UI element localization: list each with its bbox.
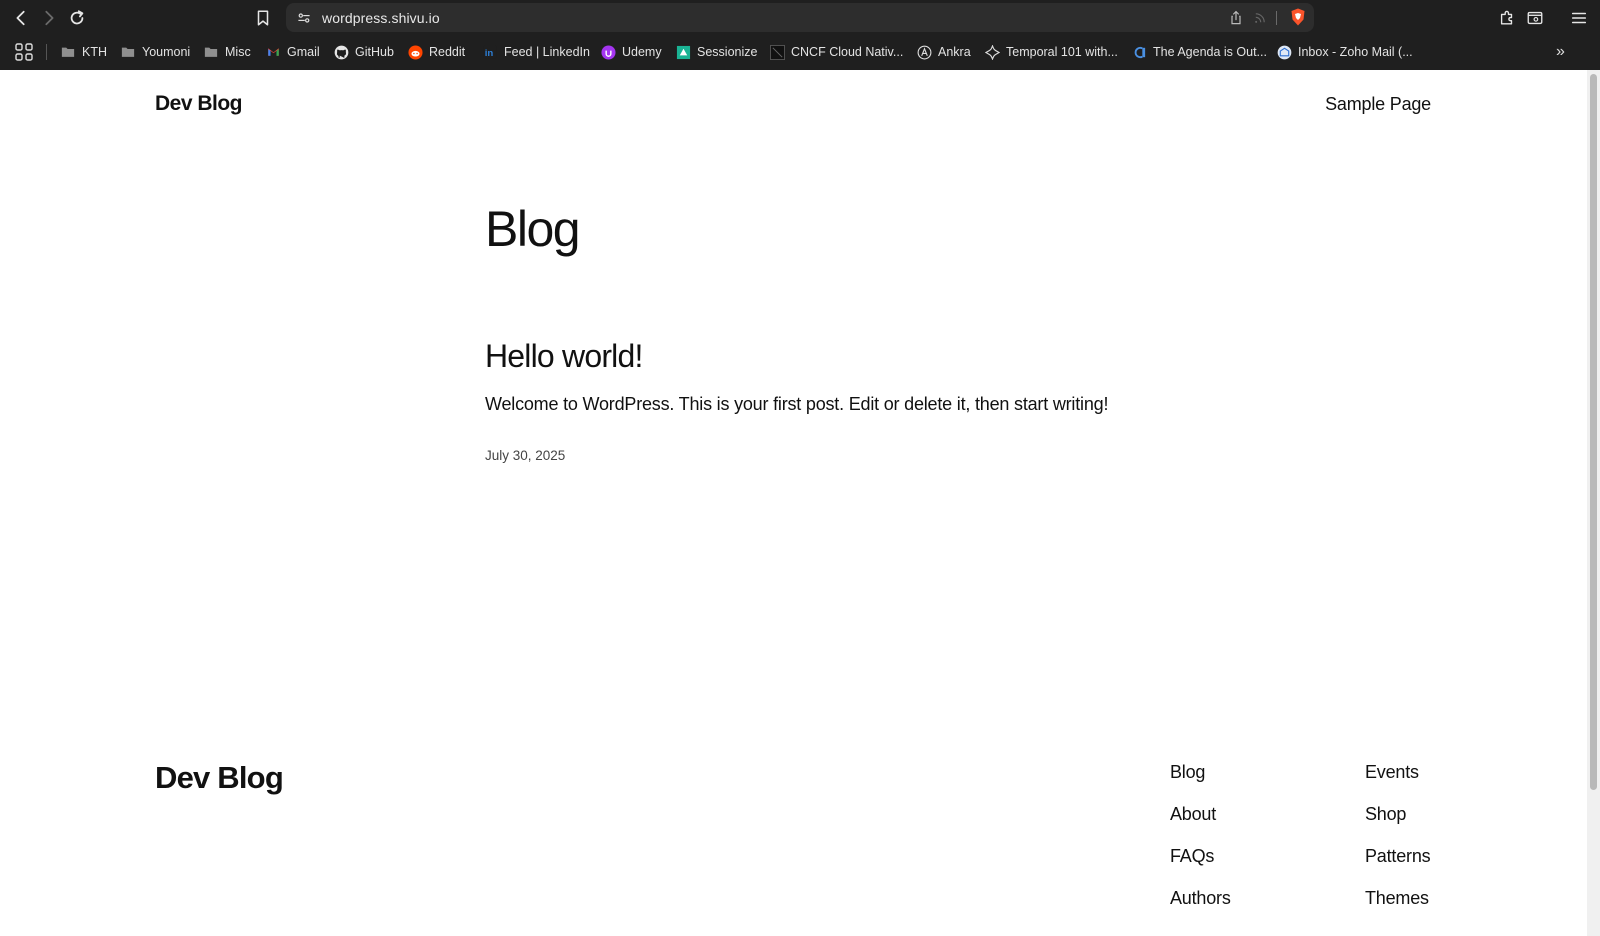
ankra-icon bbox=[916, 44, 932, 60]
menu-button[interactable] bbox=[1566, 6, 1592, 30]
footer-link-authors[interactable]: Authors bbox=[1170, 884, 1231, 926]
footer-link-blog[interactable]: Blog bbox=[1170, 758, 1231, 800]
bookmark-misc[interactable]: Misc bbox=[203, 42, 251, 62]
puzzle-icon bbox=[1500, 10, 1513, 25]
footer-link-patterns[interactable]: Patterns bbox=[1365, 842, 1431, 884]
gmail-icon bbox=[265, 44, 281, 60]
footer-nav-column: Events Shop Patterns Themes bbox=[1365, 758, 1431, 926]
reddit-icon bbox=[407, 44, 423, 60]
site-settings-icon[interactable] bbox=[294, 8, 314, 28]
bookmark-youmoni[interactable]: Youmoni bbox=[120, 42, 190, 62]
bookmark-udemy[interactable]: Udemy bbox=[600, 42, 662, 62]
bookmark-label: Misc bbox=[225, 45, 251, 59]
hamburger-menu-icon bbox=[1571, 12, 1587, 24]
nav-link-sample-page[interactable]: Sample Page bbox=[1325, 94, 1431, 115]
bookmark-label: Udemy bbox=[622, 45, 662, 59]
browser-toolbar: wordpress.shivu.io bbox=[0, 0, 1600, 36]
back-arrow-icon bbox=[16, 10, 25, 26]
url-text[interactable]: wordpress.shivu.io bbox=[322, 10, 440, 26]
github-icon bbox=[333, 44, 349, 60]
bookmark-label: Ankra bbox=[938, 45, 971, 59]
bookmarks-bar: KTH Youmoni Misc Gmail GitHub Reddit in … bbox=[0, 36, 1600, 68]
footer-link-faqs[interactable]: FAQs bbox=[1170, 842, 1231, 884]
forward-arrow-icon bbox=[45, 10, 54, 26]
bookmark-label: The Agenda is Out... bbox=[1153, 45, 1267, 59]
bookmark-label: GitHub bbox=[355, 45, 394, 59]
bookmark-sessionize[interactable]: Sessionize bbox=[675, 42, 757, 62]
bookmark-kth[interactable]: KTH bbox=[60, 42, 107, 62]
post-date[interactable]: July 30, 2025 bbox=[485, 448, 565, 463]
apps-grid-icon[interactable] bbox=[14, 42, 34, 62]
page-content: Dev Blog Sample Page Blog Hello world! W… bbox=[0, 70, 1587, 936]
page-title: Blog bbox=[485, 201, 581, 257]
bookmark-linkedin[interactable]: in Feed | LinkedIn bbox=[482, 42, 590, 62]
bookmarks-divider bbox=[46, 44, 47, 60]
temporal-icon bbox=[984, 44, 1000, 60]
wallet-icon bbox=[1527, 11, 1543, 25]
bookmark-label: Youmoni bbox=[142, 45, 191, 59]
bookmark-label: CNCF Cloud Nativ... bbox=[791, 45, 904, 59]
browser-chrome: wordpress.shivu.io KTH Youmoni Misc Gmai… bbox=[0, 0, 1600, 70]
reload-icon bbox=[70, 10, 84, 25]
bookmark-ankra[interactable]: Ankra bbox=[916, 42, 971, 62]
post-title[interactable]: Hello world! bbox=[485, 338, 643, 375]
agenda-icon bbox=[1131, 44, 1147, 60]
footer-site-title[interactable]: Dev Blog bbox=[155, 760, 284, 796]
back-button[interactable] bbox=[8, 6, 34, 30]
footer-link-events[interactable]: Events bbox=[1365, 758, 1430, 800]
bookmark-label: Inbox - Zoho Mail (... bbox=[1298, 45, 1413, 59]
bookmark-reddit[interactable]: Reddit bbox=[407, 42, 465, 62]
scrollbar-thumb[interactable] bbox=[1590, 74, 1597, 790]
footer-link-themes[interactable]: Themes bbox=[1365, 884, 1430, 926]
bookmark-github[interactable]: GitHub bbox=[333, 42, 394, 62]
reload-button[interactable] bbox=[64, 6, 90, 30]
folder-icon bbox=[120, 44, 136, 60]
brave-shields-icon[interactable] bbox=[1288, 7, 1308, 27]
bookmark-label: Feed | LinkedIn bbox=[504, 45, 590, 59]
more-bookmarks-icon[interactable]: » bbox=[1556, 44, 1574, 62]
bookmark-temporal[interactable]: Temporal 101 with... bbox=[984, 42, 1118, 62]
extensions-button[interactable] bbox=[1494, 6, 1520, 30]
bookmark-gmail[interactable]: Gmail bbox=[265, 42, 320, 62]
post-excerpt: Welcome to WordPress. This is your first… bbox=[485, 394, 1109, 414]
zoho-icon bbox=[1276, 44, 1292, 60]
bookmark-cncf[interactable]: CNCF Cloud Nativ... bbox=[769, 42, 903, 62]
address-bar[interactable]: wordpress.shivu.io bbox=[286, 3, 1314, 32]
bookmark-icon bbox=[257, 10, 269, 26]
bookmark-page-button[interactable] bbox=[250, 6, 276, 30]
footer-link-shop[interactable]: Shop bbox=[1365, 800, 1430, 842]
svg-text:in: in bbox=[485, 48, 494, 59]
site-title[interactable]: Dev Blog bbox=[155, 92, 243, 116]
folder-icon bbox=[203, 44, 219, 60]
linkedin-icon: in bbox=[482, 44, 498, 60]
bookmark-agenda[interactable]: The Agenda is Out... bbox=[1131, 42, 1267, 62]
bookmark-label: Reddit bbox=[429, 45, 466, 59]
folder-icon bbox=[60, 44, 76, 60]
share-icon[interactable] bbox=[1226, 8, 1246, 28]
bookmark-zoho[interactable]: Inbox - Zoho Mail (... bbox=[1276, 42, 1413, 62]
footer-nav-column: Blog About FAQs Authors bbox=[1170, 758, 1231, 926]
sessionize-icon bbox=[675, 44, 691, 60]
bookmark-label: KTH bbox=[82, 45, 107, 59]
udemy-icon bbox=[600, 44, 616, 60]
footer-link-about[interactable]: About bbox=[1170, 800, 1231, 842]
rss-icon[interactable] bbox=[1250, 8, 1270, 28]
forward-button[interactable] bbox=[36, 6, 62, 30]
urlbar-divider bbox=[1276, 11, 1277, 25]
wallet-button[interactable] bbox=[1522, 6, 1548, 30]
bookmark-label: Gmail bbox=[287, 45, 320, 59]
cncf-icon bbox=[769, 44, 785, 60]
bookmark-label: Sessionize bbox=[697, 45, 758, 59]
bookmark-label: Temporal 101 with... bbox=[1006, 45, 1118, 59]
